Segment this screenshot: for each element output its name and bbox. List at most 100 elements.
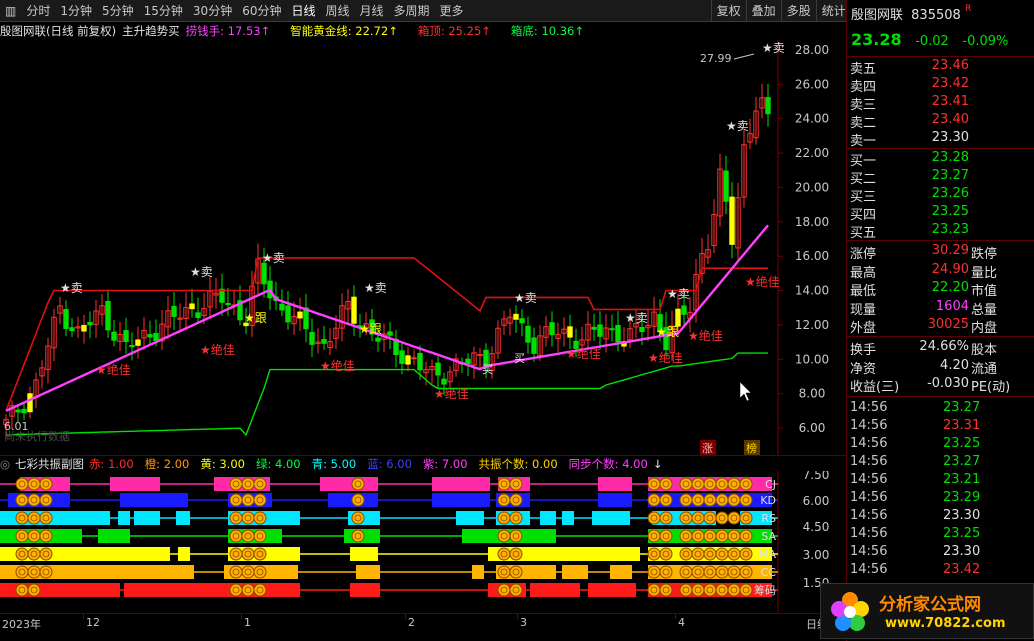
sub-indicator-value: 橙: 2.00 [144, 456, 190, 471]
period-tab[interactable]: 5分钟 [97, 0, 139, 22]
coin-icon [497, 565, 511, 579]
coin-icon [509, 493, 523, 507]
sub-axis-label: 7.50 [803, 471, 830, 482]
coin-icon [15, 493, 29, 507]
tick-row[interactable]: 14:56 23.42 [847, 562, 1034, 580]
coin-icon [497, 583, 511, 597]
quote-row-label: 买三 [850, 190, 877, 205]
candle-body [153, 332, 159, 342]
tick-time: 14:56 [850, 562, 888, 577]
resonance-bar [432, 477, 490, 491]
candle-body [123, 330, 129, 342]
coin-icon [739, 565, 753, 579]
coin-icon [715, 565, 729, 579]
time-tick [83, 614, 84, 619]
candle-body [297, 311, 303, 319]
tick-price: 23.21 [943, 472, 981, 487]
sell-signal-label: ★卖 [364, 281, 387, 295]
resonance-bar [356, 565, 380, 579]
candle-body [189, 303, 195, 310]
coin-icon [659, 583, 673, 597]
indicator-values: 捞钱手: 17.53↑ 智能黄金线: 22.72↑ 箱顶: 25.25↑ 箱底: 10… [186, 23, 596, 39]
resonance-bar [540, 511, 556, 525]
tick-row[interactable]: 14:56 23.25 [847, 526, 1034, 544]
tick-time: 14:56 [850, 526, 888, 541]
period-tab[interactable]: 周线 [321, 0, 355, 22]
coin-icon [691, 583, 705, 597]
tick-row[interactable]: 14:56 23.21 [847, 472, 1034, 490]
quote-row-label: 卖四 [850, 80, 877, 95]
indicator-name[interactable]: 主升趋势买 [122, 23, 180, 39]
candle-body [105, 300, 111, 331]
period-tab[interactable]: 月线 [355, 0, 389, 22]
quote-row-value: 23.41 [931, 94, 969, 109]
tick-row[interactable]: 14:56 23.29 [847, 490, 1034, 508]
tick-row[interactable]: 14:56 23.30 [847, 508, 1034, 526]
resonance-row-label: KD [760, 494, 776, 507]
period-tab[interactable]: 1分钟 [55, 0, 97, 22]
coin-icon [351, 511, 365, 525]
quote-row-label: 买五 [850, 226, 877, 241]
quote-row-label2: PE(动) [971, 380, 1011, 395]
coin-icon [253, 477, 267, 491]
tick-row[interactable]: 14:56 23.30 [847, 544, 1034, 562]
resonance-bar [432, 493, 490, 507]
coin-icon [27, 565, 41, 579]
tool-button[interactable]: 叠加 [745, 0, 781, 22]
tick-time: 14:56 [850, 544, 888, 559]
tick-row[interactable]: 14:56 23.31 [847, 418, 1034, 436]
quote-row-label2: 流通 [971, 361, 998, 377]
resonance-bar [350, 547, 378, 561]
quote-row-label2: 内盘 [971, 321, 998, 336]
candle-body [615, 324, 621, 343]
candle-body [591, 326, 597, 330]
coin-icon [39, 565, 53, 579]
time-axis-label: 3 [520, 616, 527, 629]
sub-indicator-value: 紫: 7.00 [422, 456, 468, 471]
coin-icon [691, 565, 705, 579]
price-tick-label: 20.00 [795, 180, 829, 194]
tick-row[interactable]: 14:56 23.27 [847, 400, 1034, 418]
coin-icon [679, 477, 693, 491]
period-tab[interactable]: 多周期 [389, 0, 435, 22]
coin-icon [497, 477, 511, 491]
coin-icon [715, 493, 729, 507]
candle-body [441, 378, 447, 385]
coin-icon [241, 565, 255, 579]
coin-icon [15, 529, 29, 543]
r-badge: R [964, 4, 972, 14]
tool-button[interactable]: 复权 [710, 0, 746, 22]
candlestick-chart[interactable]: 28.00 26.00 24.00 22.00 20.00 18.00 16.00 14.00… [0, 40, 846, 455]
resonance-bar [124, 583, 300, 597]
period-tab[interactable]: 日线 [286, 0, 320, 22]
quote-price-line: 23.28 -0.02 -0.09% [847, 30, 1034, 54]
time-axis-label: 2 [408, 616, 415, 629]
period-tab[interactable]: 15分钟 [139, 0, 188, 22]
resonance-subchart[interactable]: 7.506.004.503.001.50CJKDRSSAMACC筹码 [0, 471, 846, 613]
follow-signal-label: ★跟 [359, 322, 382, 336]
price-tick-label: 8.00 [799, 387, 826, 401]
arrow-up-icon: ↑ [574, 24, 585, 38]
period-tab[interactable]: 分时 [21, 0, 55, 22]
period-tab[interactable]: 60分钟 [237, 0, 286, 22]
sub-chart-header: ◎ 七彩共振副图 赤: 1.00 橙: 2.00 黄: 3.00 绿: 4.00 青: … [0, 455, 846, 471]
quote-row-value: 30025 [927, 317, 969, 332]
coin-icon [679, 565, 693, 579]
sub-indicator-value: 青: 5.00 [311, 456, 357, 471]
quote-panel: 殷图网联 835508 R 23.28 -0.02 -0.09% 卖五 23.46… [846, 0, 1034, 641]
period-tab[interactable]: 30分钟 [188, 0, 237, 22]
candle-body [129, 344, 135, 348]
resonance-bar [176, 511, 190, 525]
tool-button[interactable]: 多股 [780, 0, 816, 22]
tick-row[interactable]: 14:56 23.25 [847, 436, 1034, 454]
period-tab[interactable]: 更多 [435, 0, 469, 22]
best-signal-label: ★绝佳 [200, 342, 235, 357]
coin-icon [39, 511, 53, 525]
indicator-value: 智能黄金线: 22.72↑ [290, 24, 398, 38]
resonance-bar [530, 583, 580, 597]
tick-row[interactable]: 14:56 23.27 [847, 454, 1034, 472]
sub-chart-title[interactable]: 七彩共振副图 [15, 456, 84, 471]
coin-icon [229, 583, 243, 597]
coin-icon [727, 565, 741, 579]
stock-title: 殷图网联(日线 前复权) [0, 24, 117, 38]
